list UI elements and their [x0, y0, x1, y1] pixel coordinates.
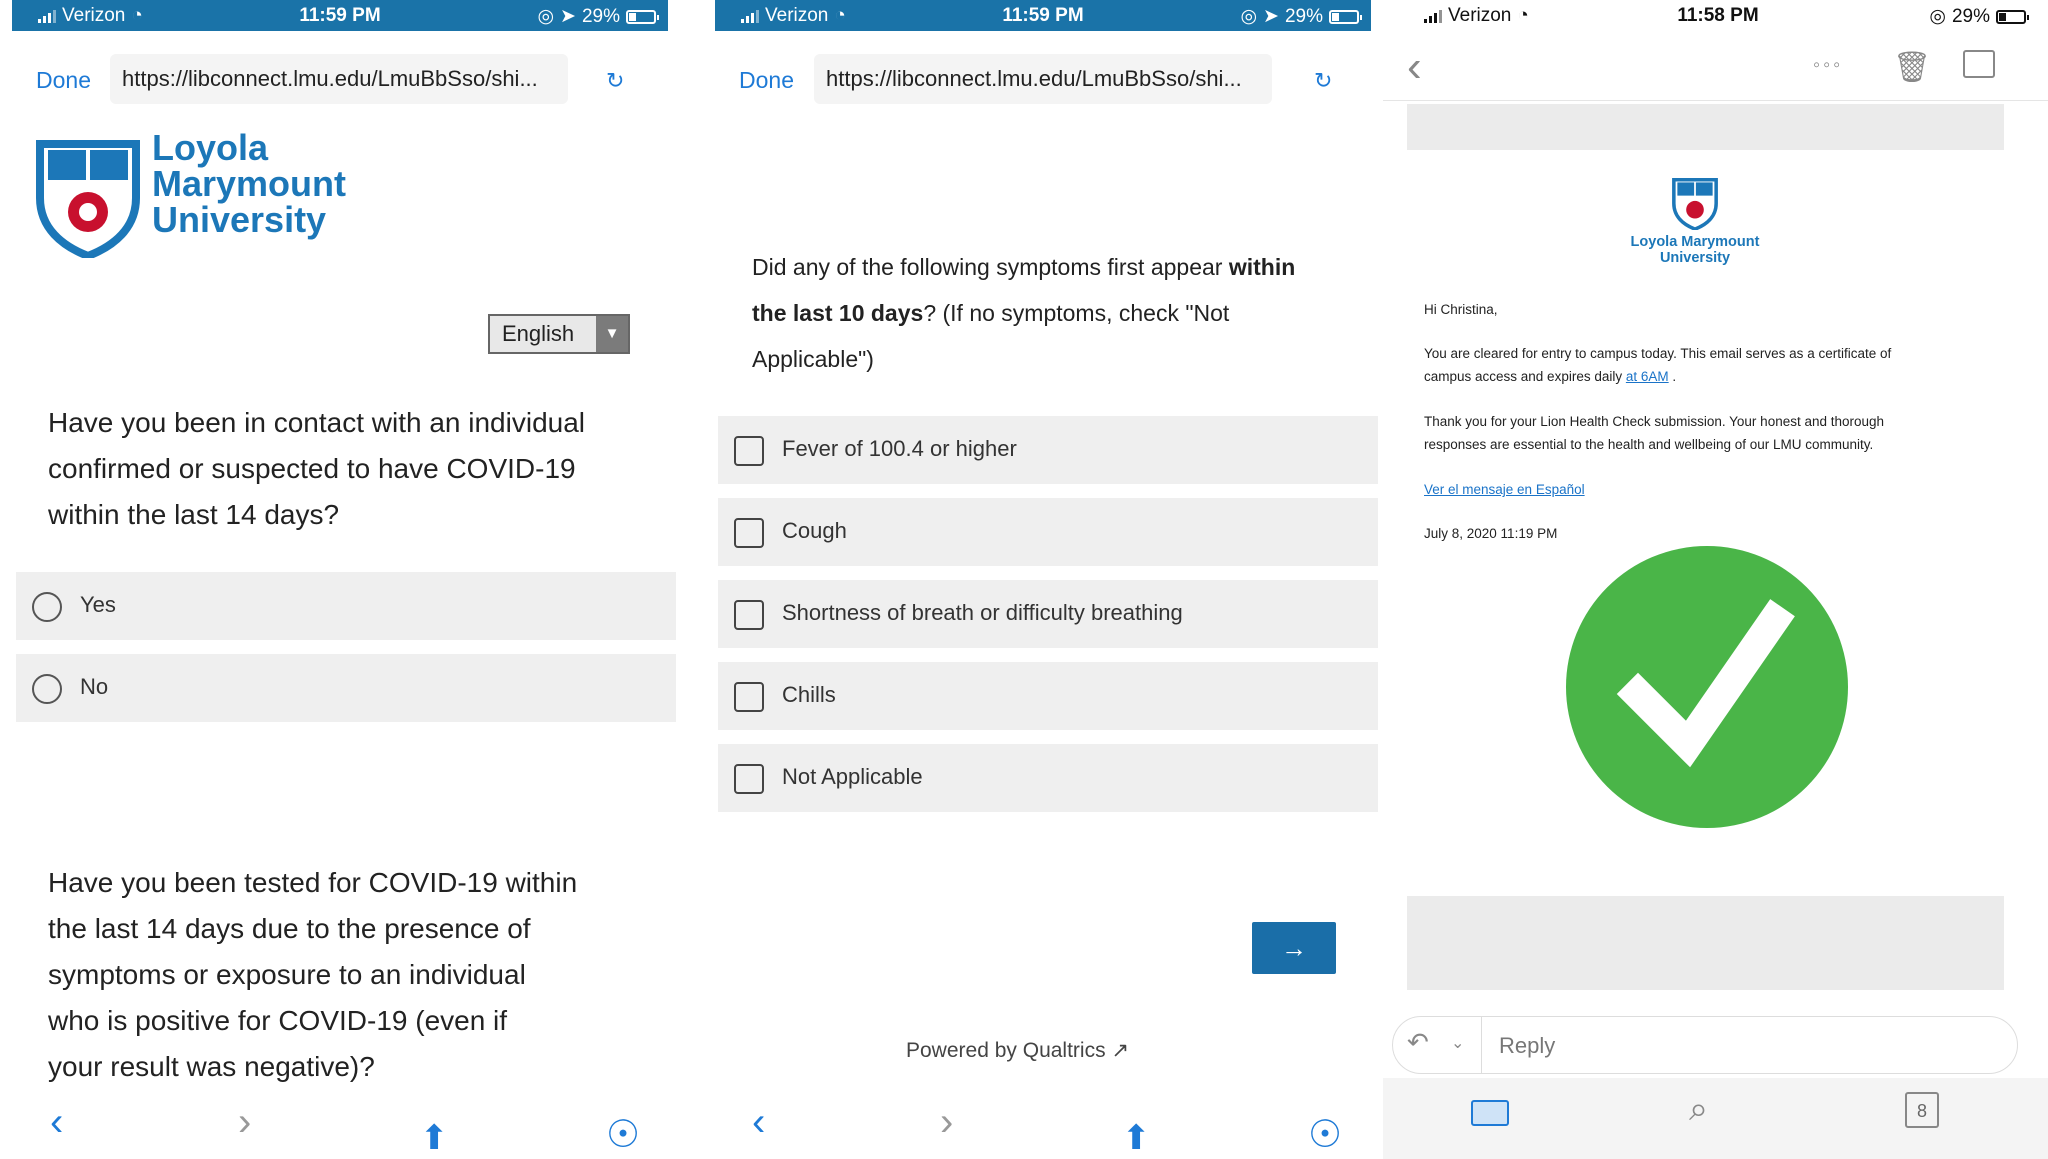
calendar-icon[interactable]: 8: [1905, 1092, 1939, 1128]
checkbox-icon[interactable]: [734, 682, 764, 712]
radio-icon[interactable]: [32, 592, 62, 622]
option-shortness-of-breath[interactable]: Shortness of breath or difficulty breath…: [718, 580, 1378, 648]
lmu-shield-logo: [36, 140, 140, 258]
status-bar: Verizon ◔ 11:59 PM ◎ ➤ 29%: [715, 0, 1371, 31]
spanish-message-link[interactable]: Ver el mensaje en Español: [1424, 478, 1585, 501]
orientation-lock-icon: ◎: [1929, 6, 1946, 27]
location-icon: ➤: [560, 6, 576, 27]
share-icon[interactable]: ⬆: [420, 1118, 449, 1158]
back-icon[interactable]: ‹: [1407, 42, 1422, 92]
option-no[interactable]: No: [16, 654, 676, 722]
external-link-icon: ↗: [1111, 1039, 1130, 1062]
trash-icon[interactable]: 🗑: [1893, 50, 1931, 85]
checkbox-icon[interactable]: [734, 518, 764, 548]
email-greeting: Hi Christina,: [1424, 302, 1498, 317]
mail-icon[interactable]: [1471, 1100, 1509, 1126]
option-yes[interactable]: Yes: [16, 572, 676, 640]
search-icon[interactable]: ⌕: [1689, 1090, 1708, 1129]
forward-icon[interactable]: ›: [940, 1100, 953, 1145]
next-button[interactable]: →: [1252, 922, 1336, 974]
done-button[interactable]: Done: [36, 67, 91, 94]
share-icon[interactable]: ⬆: [1122, 1118, 1151, 1158]
status-bar: Verizon ◔ 11:59 PM ◎ ➤ 29%: [12, 0, 668, 31]
email-paragraph-2: Thank you for your Lion Health Check sub…: [1424, 414, 1885, 452]
url-bar[interactable]: https://libconnect.lmu.edu/LmuBbSso/shi.…: [814, 54, 1272, 104]
option-not-applicable[interactable]: Not Applicable: [718, 744, 1378, 812]
url-bar[interactable]: https://libconnect.lmu.edu/LmuBbSso/shi.…: [110, 54, 568, 104]
question-contact: Have you been in contact with an individ…: [48, 407, 586, 530]
forward-icon[interactable]: ›: [238, 1100, 251, 1145]
option-chills[interactable]: Chills: [718, 662, 1378, 730]
email-paragraph-1: You are cleared for entry to campus toda…: [1424, 346, 1892, 384]
chevron-down-icon[interactable]: ⌄: [1451, 1033, 1464, 1053]
reload-icon[interactable]: ↻: [1314, 68, 1332, 94]
archive-icon[interactable]: [1963, 50, 1995, 78]
question-tested: Have you been tested for COVID-19 within…: [48, 867, 578, 1082]
powered-by-link[interactable]: Powered by Qualtrics ↗: [906, 1038, 1129, 1063]
compass-icon[interactable]: ☉: [1308, 1112, 1342, 1157]
battery-percent: 29%: [1951, 5, 1990, 27]
reply-icon[interactable]: ↶: [1407, 1027, 1429, 1058]
mail-tab-bar: ⌕ 8: [1383, 1078, 2048, 1159]
back-icon[interactable]: ‹: [50, 1100, 63, 1145]
orientation-lock-icon: ◎: [1240, 6, 1258, 27]
battery-icon: [1996, 9, 2029, 24]
email-logo-text: Loyola Marymount University: [1630, 234, 1760, 266]
checkbox-icon[interactable]: [734, 600, 764, 630]
lmu-wordmark: Loyola Marymount University: [152, 127, 347, 240]
orientation-lock-icon: ◎: [537, 6, 555, 27]
language-select[interactable]: English ▼: [488, 314, 630, 354]
back-icon[interactable]: ‹: [752, 1100, 765, 1145]
checkbox-icon[interactable]: [734, 436, 764, 466]
battery-percent: 29%: [581, 5, 620, 27]
more-icon[interactable]: ◦◦◦: [1813, 54, 1843, 77]
reply-label: Reply: [1499, 1033, 1556, 1058]
location-icon: ➤: [1263, 6, 1279, 27]
radio-icon[interactable]: [32, 674, 62, 704]
checkmark-icon: [1566, 546, 1848, 828]
reply-bar[interactable]: ↶ ⌄ Reply: [1392, 1016, 2018, 1074]
email-footer-band: [1407, 896, 2004, 990]
checkbox-icon[interactable]: [734, 764, 764, 794]
battery-icon: [1329, 9, 1362, 24]
dropdown-arrow-icon: ▼: [596, 316, 628, 352]
reload-icon[interactable]: ↻: [606, 68, 624, 94]
time-link[interactable]: at 6AM: [1626, 369, 1669, 384]
option-fever[interactable]: Fever of 100.4 or higher: [718, 416, 1378, 484]
battery-percent: 29%: [1284, 5, 1323, 27]
compass-icon[interactable]: ☉: [606, 1112, 640, 1157]
question-symptoms: Did any of the following symptoms first …: [752, 254, 1296, 372]
battery-icon: [626, 9, 659, 24]
option-cough[interactable]: Cough: [718, 498, 1378, 566]
divider: [1481, 1017, 1482, 1073]
email-header-band: [1407, 104, 2004, 150]
done-button[interactable]: Done: [739, 67, 794, 94]
lmu-shield-logo: [1672, 178, 1718, 230]
status-bar: Verizon ◔ 11:58 PM ◎ 29%: [1398, 0, 2038, 31]
email-date: July 8, 2020 11:19 PM: [1424, 526, 1558, 541]
mail-toolbar: ‹ ◦◦◦ 🗑: [1383, 40, 2048, 101]
